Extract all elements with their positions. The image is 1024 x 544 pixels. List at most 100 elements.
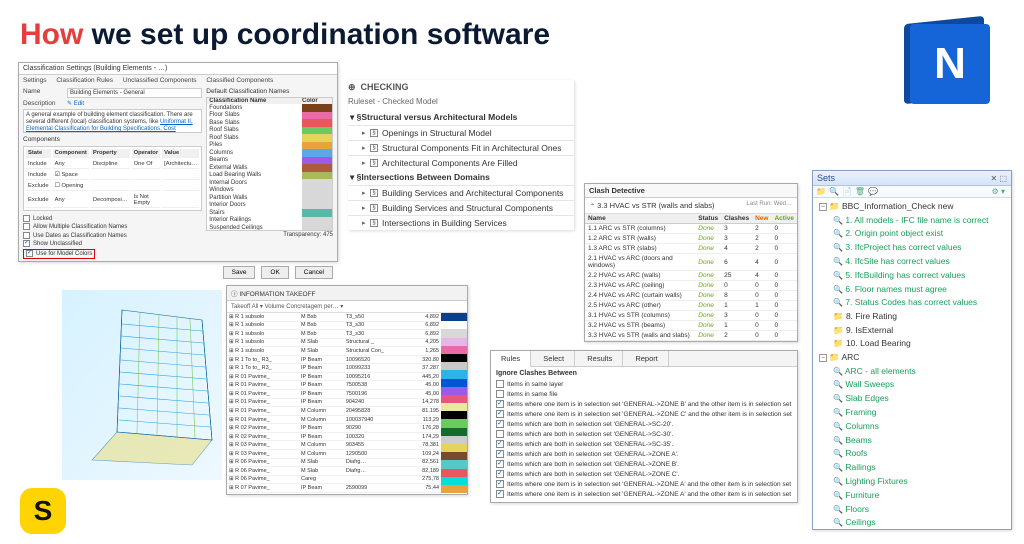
- table-row[interactable]: ⊞ R 01 Pavime_IP Beam750019645,00: [227, 390, 441, 399]
- search-set-node[interactable]: 🔍 6. Floor names must agree: [813, 283, 1011, 297]
- table-row[interactable]: 3.3 HVAC vs STR (walls and slabs)Done200: [585, 331, 797, 341]
- ignore-rule[interactable]: Items which are both in selection set 'G…: [496, 419, 792, 429]
- ignore-rule[interactable]: Items where one item is in selection set…: [496, 399, 792, 409]
- search-set-node[interactable]: 🔍 Lighting Fixtures: [813, 475, 1011, 489]
- clash-test-name[interactable]: 3.3 HVAC vs STR (walls and slabs): [597, 201, 714, 210]
- close-icon[interactable]: ✕ ⬚: [991, 174, 1007, 183]
- tab-rules[interactable]: Classification Rules: [56, 77, 113, 84]
- search-set-node[interactable]: 🔍 5. IfcBuilding has correct values: [813, 269, 1011, 283]
- tab-settings[interactable]: Settings: [23, 77, 47, 84]
- table-row[interactable]: 1.2 ARC vs STR (walls)Done320: [585, 234, 797, 244]
- search-set-node[interactable]: 🔍 Wall Sweeps: [813, 378, 1011, 392]
- cb-allow-multiple[interactable]: Allow Multiple Classification Names: [33, 225, 127, 231]
- components-table[interactable]: StateComponentPropertyOperatorValue Incl…: [23, 146, 202, 211]
- table-row[interactable]: ⊞ R 1 subsoloM SlabStructural _4,205: [227, 338, 441, 347]
- table-row[interactable]: ⊞ R 1 To to_ R3_IP Beam10096520320.80: [227, 355, 441, 364]
- table-row[interactable]: 3.2 HVAC vs STR (beams)Done100: [585, 321, 797, 331]
- table-row[interactable]: ⊞ R 03 Pavime_M Column1290500109,24: [227, 449, 441, 458]
- table-row[interactable]: ⊞ R 01 Pavime_IP Beam750053845.00: [227, 381, 441, 390]
- search-set-node[interactable]: 🔍 Floors: [813, 503, 1011, 517]
- tab-select[interactable]: Select: [533, 351, 575, 366]
- ok-button[interactable]: OK: [261, 266, 288, 279]
- table-row[interactable]: 1.1 ARC vs STR (columns)Done320: [585, 224, 797, 234]
- ignore-rule[interactable]: Items which are both in selection set 'G…: [496, 449, 792, 459]
- cancel-button[interactable]: Cancel: [295, 266, 333, 279]
- search-set-node[interactable]: 🔍 Beams: [813, 434, 1011, 448]
- table-row[interactable]: 3.1 HVAC vs STR (columns)Done300: [585, 311, 797, 321]
- table-row[interactable]: ⊞ R 03 Pavime_M Column90345578,381: [227, 441, 441, 450]
- rule-item[interactable]: ▸§Architectural Components Are Filled: [348, 155, 574, 170]
- search-set-node[interactable]: 🔍 Slab Edges: [813, 392, 1011, 406]
- folder-node[interactable]: −📁 ARC: [813, 351, 1011, 365]
- tab-report[interactable]: Report: [625, 351, 669, 366]
- cb-show-unclassified[interactable]: Show Unclassified: [33, 241, 82, 247]
- clash-results-table[interactable]: NameStatusClashesNewActive 1.1 ARC vs ST…: [585, 214, 797, 341]
- folder-node[interactable]: 📁 8. Fire Rating: [813, 310, 1011, 324]
- table-row[interactable]: ⊞ R 01 Pavime_IP Beam10095216445,20: [227, 372, 441, 381]
- tab-results[interactable]: Results: [577, 351, 623, 366]
- ignore-rule[interactable]: Items which are both in selection set 'G…: [496, 459, 792, 469]
- ruleset-group[interactable]: ▾ §Structural versus Architectural Model…: [348, 110, 574, 125]
- cb-use-dates[interactable]: Use Dates as Classification Names: [33, 233, 127, 239]
- table-row[interactable]: 1.3 ARC vs STR (slabs)Done420: [585, 244, 797, 254]
- folder-icon[interactable]: 📁: [816, 187, 826, 196]
- table-row[interactable]: ⊞ R 01 Pavime_M Column2049582881.195: [227, 407, 441, 416]
- table-row[interactable]: ⊞ R 1 subsoloM BsbT3_s504,892: [227, 313, 441, 321]
- folder-node[interactable]: 📁 10. Load Bearing: [813, 337, 1011, 351]
- rule-item[interactable]: ▸§Building Services and Structural Compo…: [348, 200, 574, 215]
- table-row[interactable]: ⊞ R 1 subsoloM SlabStructural Con_1,265: [227, 347, 441, 356]
- classification-colors[interactable]: Classification NameColor FoundationsFloo…: [206, 97, 333, 231]
- cb-model-colors[interactable]: Use for Model Colors: [36, 251, 92, 257]
- ignore-rule[interactable]: Items in same file: [496, 389, 792, 399]
- table-row[interactable]: 2.4 HVAC vs ARC (curtain walls)Done800: [585, 291, 797, 301]
- search-set-node[interactable]: 🔍 Roofs: [813, 447, 1011, 461]
- table-row[interactable]: ⊞ R 06 Pavime_M SlabDiafrg…82,561: [227, 458, 441, 467]
- dialog-tabs[interactable]: Settings Classification Rules Unclassifi…: [19, 75, 337, 84]
- tab-unclassified[interactable]: Unclassified Components: [123, 77, 197, 84]
- table-row[interactable]: 2.5 HVAC vs ARC (other)Done110: [585, 301, 797, 311]
- search-set-node[interactable]: 🔍 Ceilings: [813, 516, 1011, 530]
- search-set-node[interactable]: 🔍 4. IfcSite has correct values: [813, 255, 1011, 269]
- ignore-rule[interactable]: Items which are both in selection set 'G…: [496, 469, 792, 479]
- ignore-rule[interactable]: Items where one item is in selection set…: [496, 409, 792, 419]
- takeoff-table[interactable]: ⊞ R 1 subsoloM BsbT3_s504,892⊞ R 1 subso…: [227, 313, 441, 493]
- edit-link[interactable]: ✎ Edit: [67, 100, 84, 107]
- folder-node[interactable]: 📁 9. IsExternal: [813, 324, 1011, 338]
- ignore-rule[interactable]: Items which are both in selection set 'G…: [496, 429, 792, 439]
- tab-rules[interactable]: Rules: [491, 351, 531, 367]
- table-row[interactable]: ⊞ R 02 Pavime_IP Beam100320174,29: [227, 432, 441, 441]
- table-row[interactable]: ⊞ R 01 Pavime_IP Beam90424014,278: [227, 398, 441, 407]
- save-button[interactable]: Save: [223, 266, 256, 279]
- search-set-node[interactable]: 🔍 2. Origin point object exist: [813, 227, 1011, 241]
- table-row[interactable]: 2.1 HVAC vs ARC (doors and windows)Done6…: [585, 254, 797, 271]
- ignore-rule[interactable]: Items where one item is in selection set…: [496, 489, 792, 499]
- table-row[interactable]: 2.3 HVAC vs ARC (ceiling)Done000: [585, 281, 797, 291]
- ignore-rule[interactable]: Items where one item is in selection set…: [496, 479, 792, 489]
- rule-item[interactable]: ▸§Openings in Structural Model: [348, 125, 574, 140]
- folder-node[interactable]: −📁 BBC_Information_Check new: [813, 200, 1011, 214]
- search-set-node[interactable]: 🔍 Railings: [813, 461, 1011, 475]
- table-row[interactable]: ⊞ R 1 To to_ R3_IP Beam1009923337.287: [227, 364, 441, 373]
- sets-toolbar[interactable]: 📁🔍📄🗑💬⚙ ▾: [813, 186, 1011, 198]
- ignore-rule[interactable]: Items which are both in selection set 'G…: [496, 439, 792, 449]
- tab-classified[interactable]: Classified Components: [206, 77, 273, 84]
- search-set-node[interactable]: 🔍 ARC - all elements: [813, 365, 1011, 379]
- rule-item[interactable]: ▸§Building Services and Architectural Co…: [348, 185, 574, 200]
- search-set-node[interactable]: 🔍 Framing: [813, 406, 1011, 420]
- table-row[interactable]: ⊞ R 06 Pavime_Careg275,78: [227, 475, 441, 484]
- table-row[interactable]: ⊞ R 06 Pavime_M SlabDiafrg…82,189: [227, 467, 441, 476]
- table-row[interactable]: ⊞ R 07 Pavime_IP Beam259009975,44: [227, 484, 441, 493]
- search-icon[interactable]: 🔍: [829, 187, 839, 196]
- table-row[interactable]: 2.2 HVAC vs ARC (walls)Done2540: [585, 271, 797, 281]
- search-set-node[interactable]: 🔍 7. Status Codes has correct values: [813, 296, 1011, 310]
- cb-locked[interactable]: Locked: [33, 216, 52, 222]
- name-field[interactable]: Building Elements - General: [67, 88, 202, 98]
- sets-tree[interactable]: −📁 BBC_Information_Check new🔍 1. All mod…: [813, 198, 1011, 532]
- rule-item[interactable]: ▸§Structural Components Fit in Architect…: [348, 140, 574, 155]
- table-row[interactable]: ⊞ R 01 Pavime_M Column100037940113,29: [227, 415, 441, 424]
- search-set-node[interactable]: 🔍 Columns: [813, 420, 1011, 434]
- search-set-node[interactable]: 🔍 3. IfcProject has correct values: [813, 241, 1011, 255]
- takeoff-subtoolbar[interactable]: Takeoff All ▾ Volume Concretagem per… ▾: [227, 301, 467, 313]
- table-row[interactable]: ⊞ R 1 subsoloM BsbT3_s306,892: [227, 321, 441, 330]
- table-row[interactable]: ⊞ R 1 subsoloM BsbT3_s306,892: [227, 330, 441, 339]
